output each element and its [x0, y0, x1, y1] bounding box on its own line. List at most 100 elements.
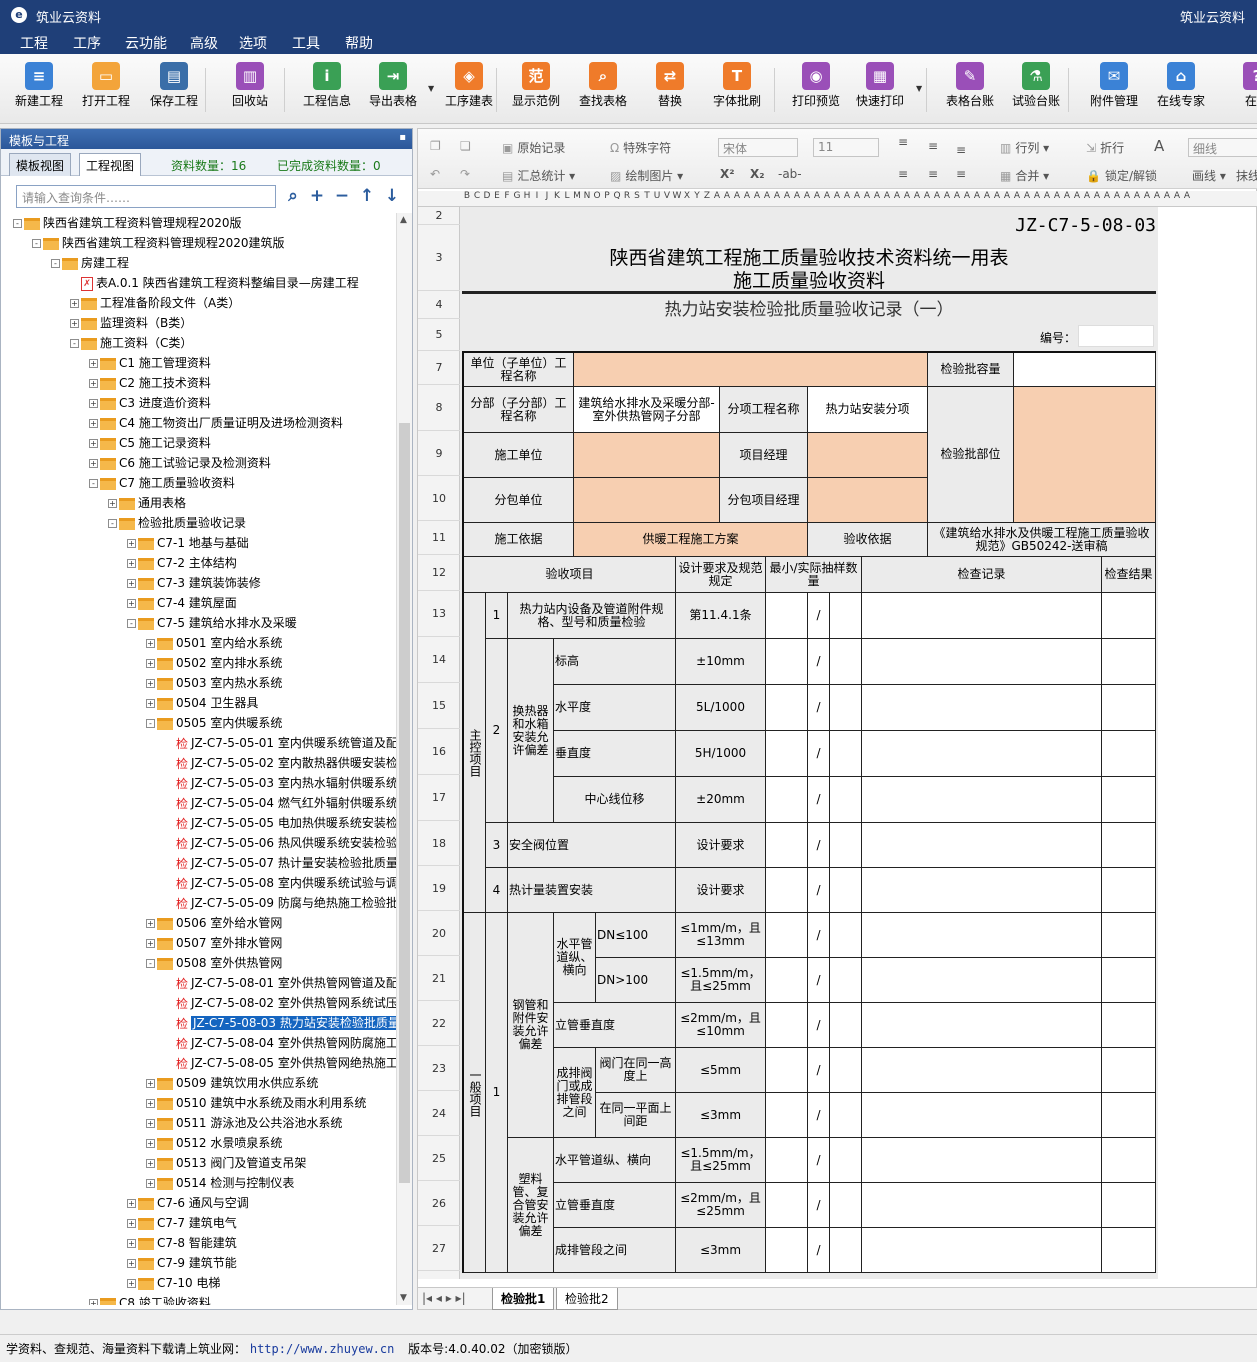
- line-style-select[interactable]: 细线: [1188, 138, 1257, 157]
- result-cell[interactable]: [1102, 1093, 1156, 1138]
- sample-min-cell[interactable]: [766, 685, 808, 731]
- sample-actual-cell[interactable]: [830, 731, 862, 777]
- sample-min-cell[interactable]: [766, 593, 808, 639]
- move-up-icon[interactable]: ↑: [356, 185, 378, 208]
- expand-icon[interactable]: +: [89, 359, 98, 368]
- acceptance-value[interactable]: 《建筑给水排水及供暖工程施工质量验收规范》GB50242-送审稿: [928, 523, 1156, 557]
- scroll-up-icon[interactable]: ▲: [400, 215, 407, 225]
- wrap-button[interactable]: ⇲ 折行: [1086, 139, 1124, 156]
- record-cell[interactable]: [862, 913, 1102, 958]
- part-field[interactable]: [1014, 387, 1156, 523]
- sample-actual-cell[interactable]: [830, 1138, 862, 1183]
- tree-node[interactable]: + 通用表格: [108, 493, 186, 513]
- expand-icon[interactable]: +: [146, 679, 155, 688]
- tree-node[interactable]: 检 JZ-C7-5-05-09 防腐与绝热施工检验批: [165, 893, 396, 913]
- tree-node[interactable]: + C2 施工技术资料: [89, 373, 211, 393]
- expand-icon[interactable]: +: [146, 1119, 155, 1128]
- tree-node[interactable]: +0514 检测与控制仪表: [146, 1173, 294, 1193]
- tree-node[interactable]: + 工程准备阶段文件（A类）: [70, 293, 240, 313]
- sample-actual-cell[interactable]: [830, 1048, 862, 1093]
- record-cell[interactable]: [862, 958, 1102, 1003]
- search-input[interactable]: 请输入查询条件……: [16, 185, 276, 208]
- sample-actual-cell[interactable]: [830, 777, 862, 823]
- align-middle-icon[interactable]: ≡: [928, 139, 938, 153]
- strikethrough-icon[interactable]: -ab-: [778, 167, 802, 181]
- expand-icon[interactable]: +: [89, 439, 98, 448]
- superscript-icon[interactable]: X²: [720, 167, 735, 181]
- record-cell[interactable]: [862, 685, 1102, 731]
- expand-icon[interactable]: +: [89, 1299, 98, 1305]
- sample-actual-cell[interactable]: [830, 1093, 862, 1138]
- tree-node[interactable]: +0502 室内排水系统: [146, 653, 282, 673]
- scroll-thumb[interactable]: [399, 423, 410, 1183]
- copy-icon[interactable]: ❐: [430, 139, 445, 153]
- sample-actual-cell[interactable]: [830, 913, 862, 958]
- project-manager-field[interactable]: [808, 433, 928, 478]
- expand-icon[interactable]: +: [146, 1179, 155, 1188]
- toolbar-button-4[interactable]: i 工程信息: [292, 62, 362, 109]
- tree-node[interactable]: 检 JZ-C7-5-05-01 室内供暖系统管道及配件: [165, 733, 396, 753]
- tree-node[interactable]: 检 JZ-C7-5-08-01 室外供热管网管道及配件: [165, 973, 396, 993]
- toolbar-button-9[interactable]: ⇄ 替换: [635, 62, 705, 109]
- tree-node[interactable]: +0504 卫生器具: [146, 693, 258, 713]
- remove-icon[interactable]: −: [331, 185, 353, 208]
- sample-min-cell[interactable]: [766, 1138, 808, 1183]
- tree-scrollbar[interactable]: ▲ ▼: [396, 213, 412, 1305]
- collapse-icon[interactable]: -: [89, 479, 98, 488]
- tree-node[interactable]: + C3 进度造价资料: [89, 393, 211, 413]
- sample-min-cell[interactable]: [766, 639, 808, 685]
- redo-icon[interactable]: ↷: [460, 167, 474, 181]
- record-cell[interactable]: [862, 1048, 1102, 1093]
- tree-node[interactable]: 检 JZ-C7-5-05-05 电加热供暖系统安装检验: [165, 813, 396, 833]
- expand-icon[interactable]: +: [70, 299, 79, 308]
- sample-actual-cell[interactable]: [830, 1183, 862, 1228]
- expand-icon[interactable]: +: [146, 919, 155, 928]
- toolbar-button-17[interactable]: ? 在线: [1222, 62, 1257, 109]
- draw-image-button[interactable]: ▨ 绘制图片 ▾: [610, 167, 683, 184]
- sample-min-cell[interactable]: [766, 823, 808, 868]
- row-col-button[interactable]: ▥ 行列 ▾: [1000, 139, 1049, 156]
- expand-icon[interactable]: +: [127, 1279, 136, 1288]
- toolbar-button-15[interactable]: ✉ 附件管理: [1079, 62, 1149, 109]
- original-record-button[interactable]: ▣ 原始记录: [502, 139, 565, 156]
- sample-actual-cell[interactable]: [830, 639, 862, 685]
- collapse-icon[interactable]: -: [51, 259, 60, 268]
- toolbar-button-14[interactable]: ⚗ 试验台账: [1001, 62, 1071, 109]
- toolbar-button-3[interactable]: ▥ 回收站: [215, 62, 285, 109]
- number-field[interactable]: [1078, 325, 1154, 347]
- sample-actual-cell[interactable]: [830, 593, 862, 639]
- draw-line-button[interactable]: 画线 ▾: [1192, 167, 1226, 184]
- record-cell[interactable]: [862, 777, 1102, 823]
- expand-icon[interactable]: +: [89, 419, 98, 428]
- expand-icon[interactable]: +: [146, 1099, 155, 1108]
- expand-icon[interactable]: +: [89, 459, 98, 468]
- result-cell[interactable]: [1102, 868, 1156, 913]
- align-right-icon[interactable]: ≡: [956, 167, 966, 181]
- tree-node[interactable]: 检 JZ-C7-5-05-06 热风供暖系统安装检验: [165, 833, 396, 853]
- record-cell[interactable]: [862, 1228, 1102, 1273]
- dropdown-arrow-icon[interactable]: ▼: [916, 84, 922, 93]
- division-value[interactable]: 建筑给水排水及采暖分部-室外供热管网子分部: [574, 387, 720, 433]
- expand-icon[interactable]: +: [146, 1139, 155, 1148]
- pin-icon[interactable]: ▪: [399, 132, 406, 143]
- tree-node[interactable]: 检 JZ-C7-5-05-08 室内供暖系统试验与调试: [165, 873, 396, 893]
- expand-icon[interactable]: +: [127, 599, 136, 608]
- toolbar-button-16[interactable]: ⌂ 在线专家: [1146, 62, 1216, 109]
- expand-icon[interactable]: +: [108, 499, 117, 508]
- sample-actual-cell[interactable]: [830, 958, 862, 1003]
- sample-actual-cell[interactable]: [830, 823, 862, 868]
- toolbar-button-10[interactable]: T 字体批刷: [702, 62, 772, 109]
- tab-project-view[interactable]: 工程视图: [79, 153, 142, 176]
- toolbar-button-12[interactable]: ▦ 快速打印: [845, 62, 915, 109]
- sample-min-cell[interactable]: [766, 1093, 808, 1138]
- result-cell[interactable]: [1102, 777, 1156, 823]
- tab-template-view[interactable]: 模板视图: [9, 153, 72, 176]
- tree-node[interactable]: + C5 施工记录资料: [89, 433, 211, 453]
- collapse-icon[interactable]: -: [13, 219, 22, 228]
- result-cell[interactable]: [1102, 639, 1156, 685]
- contractor-field[interactable]: [574, 433, 720, 478]
- tree-node[interactable]: 检 JZ-C7-5-05-02 室内散热器供暖安装检验: [165, 753, 396, 773]
- tree-node[interactable]: + C1 施工管理资料: [89, 353, 211, 373]
- sample-min-cell[interactable]: [766, 958, 808, 1003]
- tree-node[interactable]: + C7-1 地基与基础: [127, 533, 249, 553]
